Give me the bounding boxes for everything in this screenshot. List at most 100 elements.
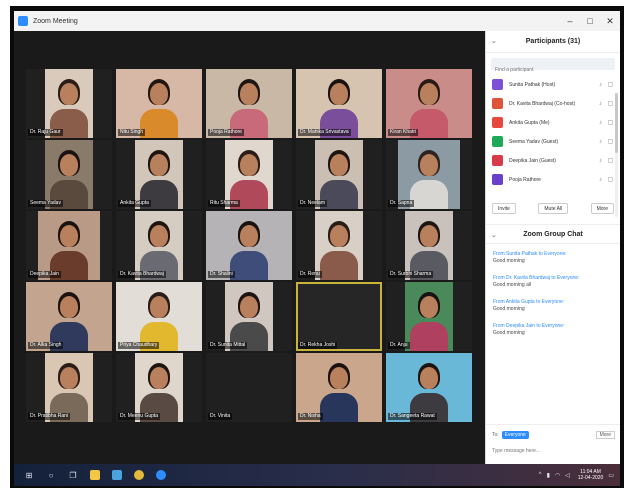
store-icon[interactable] — [110, 468, 124, 482]
participant-video — [45, 69, 93, 138]
video-tile[interactable]: Dr. Neelam — [296, 140, 382, 209]
video-camera-icon[interactable]: ▢ — [607, 100, 614, 107]
file-explorer-icon[interactable] — [88, 468, 102, 482]
avatar — [492, 136, 503, 147]
chrome-icon[interactable] — [132, 468, 146, 482]
video-tile[interactable]: Dr. Meenu Gupta — [116, 353, 202, 422]
participant-video — [45, 353, 93, 422]
participant-row[interactable]: Pooja Rathore ♪ ▢ — [486, 170, 620, 189]
taskbar-clock[interactable]: 11:04 AM 12-04-2020 — [578, 469, 604, 481]
person-figure — [420, 225, 438, 247]
video-tile[interactable]: Dr. Sangeeta Rawat — [386, 353, 472, 422]
video-tile[interactable]: Dr. Sunita Mittal — [206, 282, 292, 351]
more-button[interactable]: More — [590, 203, 614, 214]
chat-sender: From Dr. Kavita Bhardwaj to Everyone: — [493, 275, 580, 281]
chevron-down-icon[interactable]: ⌄ — [491, 37, 497, 45]
tile-participant-name: Dr. Neelam — [298, 200, 328, 207]
microphone-icon[interactable]: ♪ — [597, 139, 604, 145]
video-tile[interactable]: Ritu Sharma — [206, 140, 292, 209]
person-figure — [60, 83, 78, 105]
chat-message: From Dr. Kavita Bhardwaj to Everyone: Goo… — [493, 275, 614, 289]
participant-name: Seema Yadav (Guest) — [509, 138, 559, 145]
video-tile[interactable]: Pooja Rathore — [206, 69, 292, 138]
microphone-icon[interactable]: ♪ — [597, 177, 604, 183]
participant-scrollbar[interactable] — [615, 93, 618, 217]
video-camera-icon[interactable]: ▢ — [607, 138, 614, 145]
zoom-taskbar-icon[interactable] — [154, 468, 168, 482]
tile-participant-name: Dr. Meenu Gupta — [118, 413, 161, 420]
video-tile[interactable]: Deepika Jain — [26, 211, 112, 280]
tile-participant-name: Nitu Singh — [118, 129, 146, 136]
person-figure — [330, 367, 348, 389]
minimize-button[interactable]: – — [560, 11, 580, 31]
tile-participant-name: Dr. Sapna — [388, 200, 415, 207]
video-camera-icon[interactable]: ▢ — [607, 119, 614, 126]
video-tile[interactable]: Dr. Kavita Bhardwaj — [116, 211, 202, 280]
participant-name: Dr. Kavita Bhardwaj (Co-host) — [509, 100, 576, 107]
search-icon[interactable]: ○ — [44, 468, 58, 482]
video-tile[interactable]: Dr. Sapna — [386, 140, 472, 209]
video-tile[interactable]: Dr. Raju Gaur — [26, 69, 112, 138]
participant-row[interactable]: Deepika Jain (Guest) ♪ ▢ — [486, 151, 620, 170]
video-tile[interactable]: Dr. Surbhi Sharma — [386, 211, 472, 280]
tile-participant-name: Dr. Sunita Mittal — [208, 342, 248, 349]
participant-video — [135, 211, 183, 280]
participant-search-input[interactable] — [491, 64, 615, 76]
person-figure — [240, 296, 258, 318]
video-camera-icon[interactable]: ▢ — [607, 81, 614, 88]
screen: Zoom Meeting – □ ✕ Dr. Raju Gaur Nitu Sin… — [14, 11, 620, 464]
video-tile[interactable]: Nitu Singh — [116, 69, 202, 138]
zoom-app-icon — [18, 16, 28, 26]
microphone-icon[interactable]: ♪ — [597, 120, 604, 126]
video-tile[interactable]: Seema Yadav — [26, 140, 112, 209]
participant-row[interactable]: Sunita Pathak (Host) ♪ ▢ — [486, 75, 620, 94]
participant-row[interactable]: Ankita Gupta (Me) ♪ ▢ — [486, 113, 620, 132]
person-figure — [60, 154, 78, 176]
battery-icon[interactable]: ▮ — [547, 472, 550, 479]
task-view-icon[interactable]: ❐ — [66, 468, 80, 482]
video-tile[interactable]: Dr. Pratibha Rani — [26, 353, 112, 422]
microphone-icon[interactable]: ♪ — [597, 101, 604, 107]
chevron-down-icon[interactable]: ⌄ — [491, 231, 497, 239]
video-tile[interactable]: Dr. Mahika Srivastava — [296, 69, 382, 138]
video-tile[interactable]: Kiran Khatri — [386, 69, 472, 138]
video-tile[interactable]: Dr. Alka Singh — [26, 282, 112, 351]
scrollbar-thumb[interactable] — [615, 93, 618, 153]
chat-more-button[interactable]: More — [595, 431, 615, 439]
video-tile[interactable]: Priya Chaudhary — [116, 282, 202, 351]
notification-icon[interactable]: ▭ — [608, 472, 614, 479]
microphone-icon[interactable]: ♪ — [597, 158, 604, 164]
maximize-button[interactable]: □ — [580, 11, 600, 31]
participant-actions: Invite Mute All More — [486, 203, 620, 214]
person-figure — [60, 296, 78, 318]
person-figure — [60, 225, 78, 247]
chat-sender: From Ankita Gupta to Everyone: — [493, 299, 565, 305]
video-camera-icon[interactable]: ▢ — [607, 157, 614, 164]
video-camera-icon[interactable]: ▢ — [607, 176, 614, 183]
chat-recipient-select[interactable]: Everyone — [501, 431, 529, 439]
close-button[interactable]: ✕ — [600, 11, 620, 31]
video-tile[interactable]: Dr. Rekha Joshi — [296, 282, 382, 351]
video-tile[interactable]: Dr. Anju — [386, 282, 472, 351]
mute-all-button[interactable]: Mute All — [538, 203, 569, 214]
microphone-icon[interactable]: ♪ — [597, 82, 604, 88]
chat-message-input[interactable] — [492, 445, 615, 457]
video-tile[interactable]: Ankita Gupta — [116, 140, 202, 209]
chevron-up-icon[interactable]: ^ — [539, 472, 542, 478]
chat-sender: From Deepika Jain to Everyone: — [493, 323, 565, 329]
person-figure — [150, 367, 168, 389]
video-tile[interactable]: Dr. Shalini — [206, 211, 292, 280]
participant-video — [135, 353, 183, 422]
participant-row[interactable]: Dr. Kavita Bhardwaj (Co-host) ♪ ▢ — [486, 94, 620, 113]
participant-row[interactable]: Seema Yadav (Guest) ♪ ▢ — [486, 132, 620, 151]
avatar — [492, 155, 503, 166]
video-tile[interactable]: Dr. Nisha — [296, 353, 382, 422]
wifi-icon[interactable]: ◠ — [555, 472, 560, 479]
person-figure — [330, 225, 348, 247]
start-icon[interactable]: ⊞ — [22, 468, 36, 482]
video-tile[interactable]: Dr. Renu — [296, 211, 382, 280]
volume-icon[interactable]: ◁ — [565, 472, 570, 479]
invite-button[interactable]: Invite — [492, 203, 516, 214]
video-tile[interactable]: Dr. Vinita — [206, 353, 292, 422]
tile-participant-name: Dr. Anju — [388, 342, 410, 349]
